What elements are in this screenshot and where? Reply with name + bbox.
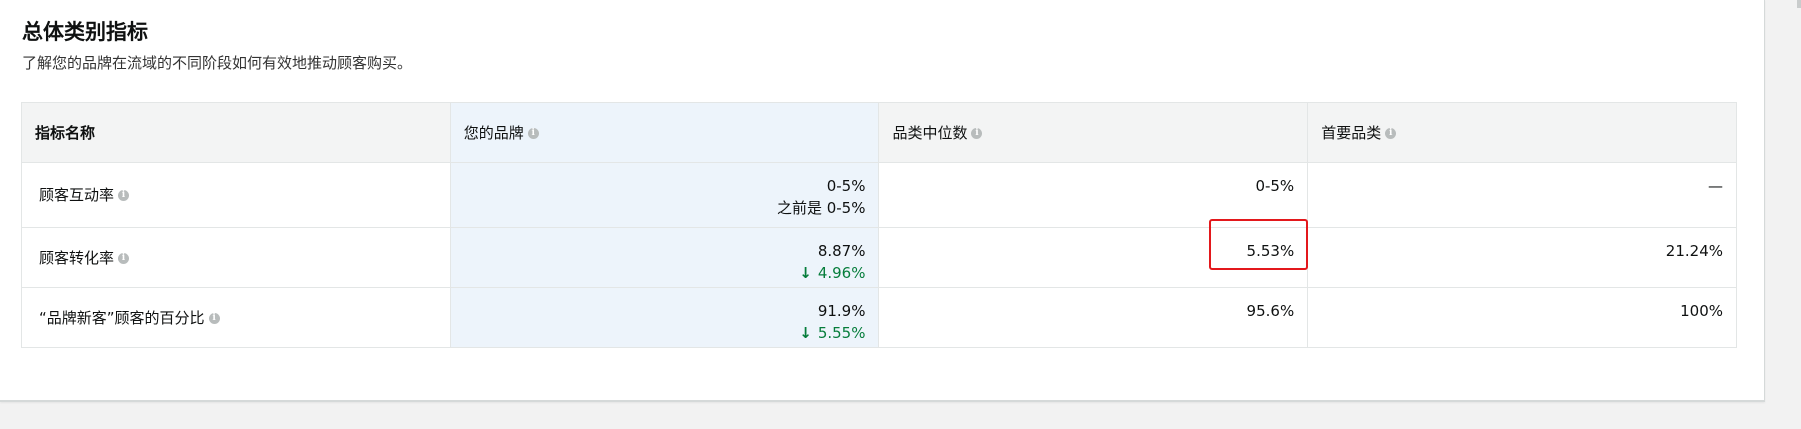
category-median-cell: 0-5%	[878, 162, 1309, 228]
header-your-brand-label: 您的品牌	[463, 124, 524, 142]
category-median-value: 0-5%	[1255, 177, 1295, 195]
top-category-cell: 100%	[1307, 287, 1737, 348]
top-category-value: 21.24%	[1665, 242, 1723, 260]
table-row: “品牌新客”顾客的百分比 i 91.9% ↓ 5.55% 95.6% 100%	[21, 287, 1737, 348]
header-category-median-label: 品类中位数	[892, 124, 968, 142]
your-brand-cell: 8.87% ↓ 4.96%	[449, 227, 880, 288]
section-title: 总体类别指标	[22, 20, 148, 44]
top-category-value: —	[1708, 177, 1723, 195]
table-header-row: 指标名称 您的品牌 i 品类中位数 i 首要品类 i	[21, 102, 1737, 163]
your-brand-value: 91.9%	[817, 302, 866, 320]
category-metrics-card: 总体类别指标 了解您的品牌在流域的不同阶段如何有效地推动顾客购买。 指标名称 您…	[0, 0, 1765, 402]
highlight-box	[1209, 219, 1308, 270]
info-icon[interactable]: i	[527, 128, 539, 139]
info-icon[interactable]: i	[971, 128, 983, 139]
header-top-category-label: 首要品类	[1321, 124, 1382, 142]
top-category-cell: —	[1307, 162, 1737, 228]
metrics-table: 指标名称 您的品牌i 品类中位数i 首要品类i 顾客互动率i 0-5%	[21, 102, 1737, 348]
top-category-value: 100%	[1680, 302, 1723, 320]
scrollbar-thumb[interactable]	[1797, 0, 1801, 8]
delta-value: 5.55%	[817, 324, 866, 342]
top-category-cell: 21.24%	[1307, 227, 1737, 288]
arrow-down-icon: ↓	[799, 264, 812, 282]
category-median-cell: 95.6%	[878, 287, 1309, 348]
previous-value: 之前是 0-5%	[776, 199, 866, 217]
metric-name-cell: “品牌新客”顾客的百分比 i	[21, 287, 451, 348]
header-your-brand: 您的品牌 i	[449, 102, 880, 163]
info-icon[interactable]: i	[118, 190, 130, 201]
delta-value-row: ↓ 5.55%	[464, 322, 866, 344]
header-category-median: 品类中位数 i	[878, 102, 1309, 163]
metric-name-cell: 顾客互动率 i	[21, 162, 451, 228]
table-row: 顾客转化率 i 8.87% ↓ 4.96% 5.53% 21.24%	[21, 227, 1737, 288]
your-brand-cell: 0-5% 之前是 0-5%	[449, 162, 880, 228]
header-metric-name-label: 指标名称	[35, 124, 96, 142]
your-brand-value: 0-5%	[826, 177, 866, 195]
your-brand-cell: 91.9% ↓ 5.55%	[449, 287, 880, 348]
metric-name: “品牌新客”顾客的百分比	[39, 308, 205, 327]
header-top-category: 首要品类 i	[1307, 102, 1737, 163]
info-icon[interactable]: i	[208, 312, 220, 324]
info-icon[interactable]: i	[1385, 128, 1397, 139]
arrow-down-icon: ↓	[799, 324, 812, 342]
metric-name: 顾客互动率	[39, 186, 115, 204]
metric-name: 顾客转化率	[39, 248, 115, 267]
section-subtitle: 了解您的品牌在流域的不同阶段如何有效地推动顾客购买。	[22, 54, 413, 72]
delta-value: 4.96%	[817, 264, 866, 282]
header-metric-name: 指标名称	[21, 102, 451, 163]
category-median-value: 95.6%	[1246, 302, 1295, 320]
metric-name-cell: 顾客转化率 i	[21, 227, 451, 288]
your-brand-value: 8.87%	[817, 242, 866, 260]
table-row: 顾客互动率 i 0-5% 之前是 0-5% 0-5% —	[21, 162, 1737, 228]
delta-value-row: ↓ 4.96%	[464, 262, 866, 284]
info-icon[interactable]: i	[118, 252, 130, 264]
